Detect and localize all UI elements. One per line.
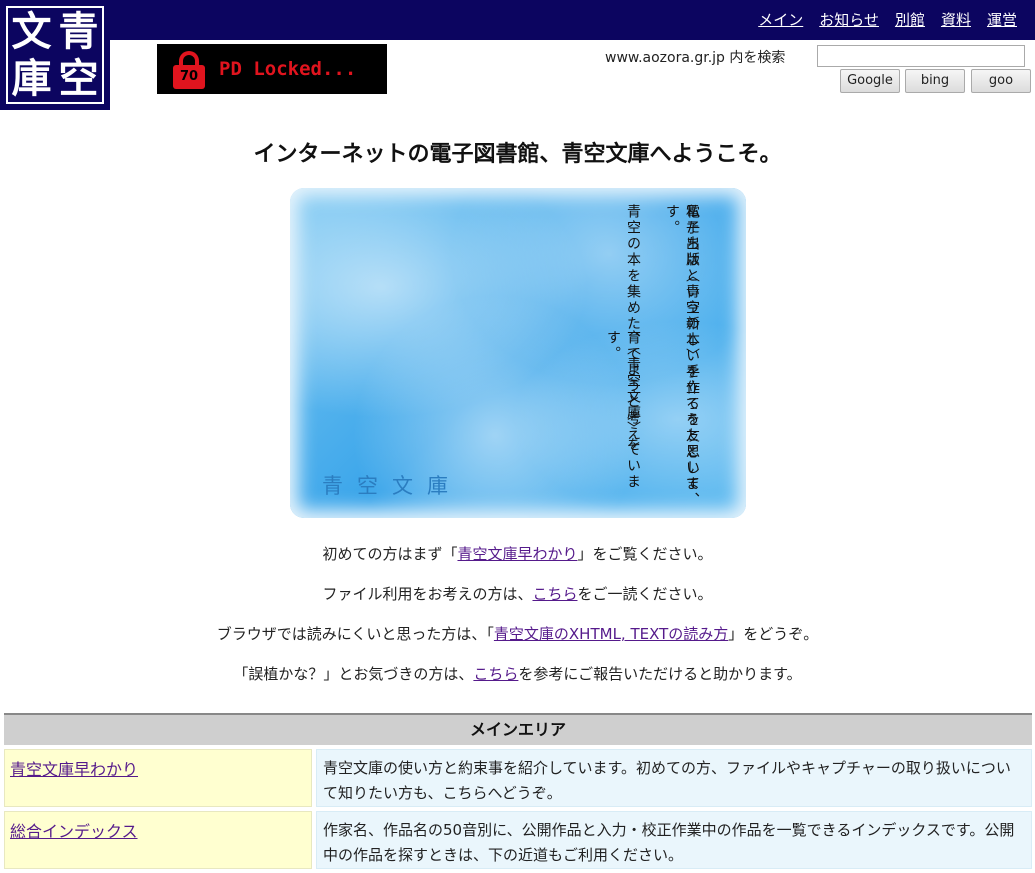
intro-text: 」をどうぞ。 [728,625,819,643]
page-title: インターネットの電子図書館、青空文庫へようこそ。 [253,142,782,167]
table-row: 青空文庫早わかり 青空文庫の使い方と約束事を紹介しています。初めての方、ファイル… [4,749,1032,807]
intro-text: 「誤植かな？」とお気づきの方は、 [233,665,474,683]
lock-number: 70 [173,65,205,89]
nav-operation-link[interactable]: 運営 [987,9,1017,30]
pd-locked-text: PD Locked... [219,58,357,80]
table-header: メインエリア [4,713,1032,745]
nav-main-link[interactable]: メイン [758,9,803,30]
nav-annex-link[interactable]: 別館 [895,9,925,30]
banner-line: 私たちは〈青空の本〉を作ろうと思います。 [664,204,700,492]
pd-locked-banner[interactable]: 70 PD Locked... [157,44,387,94]
search-label: www.aozora.gr.jp 内を検索 [605,50,786,66]
intro-text: を参考にご報告いただけると助かります。 [518,665,802,683]
logo-char: 空 [58,55,99,102]
google-search-button[interactable]: Google [840,69,900,93]
nav-news-link[interactable]: お知らせ [819,9,879,30]
intro-text: ファイル利用をお考えの方は、 [322,585,533,603]
intro-text: 初めての方はまず「 [322,545,458,563]
table-cell-link: 総合インデックス [4,811,312,869]
logo-char: 庫 [11,55,52,102]
logo-char: 青 [58,8,99,55]
table-cell-description: 青空文庫の使い方と約束事を紹介しています。初めての方、ファイルやキャプチャーの取… [316,749,1032,807]
sky-banner-image: 電子出版という新しい手立てを友として、 私たちは〈青空の本〉を作ろうと思います。… [290,188,746,518]
xhtml-text-guide-link[interactable]: 青空文庫のXHTML, TEXTの読み方 [494,625,728,643]
quick-guide-row-link[interactable]: 青空文庫早わかり [10,760,138,779]
banner-title: 青空文庫 [322,474,462,498]
general-index-link[interactable]: 総合インデックス [10,822,138,841]
intro-line: 初めての方はまず「青空文庫早わかり」をご覧ください。 [0,543,1035,564]
intro-line: 「誤植かな？」とお気づきの方は、こちらを参考にご報告いただけると助かります。 [0,663,1035,684]
table-row: 総合インデックス 作家名、作品名の50音別に、公開作品と入力・校正作業中の作品を… [4,811,1032,869]
logo-char: 文 [11,8,52,55]
table-cell-link: 青空文庫早わかり [4,749,312,807]
intro-text: ブラウザでは読みにくいと思った方は、「 [216,625,494,643]
intro-line: ファイル利用をお考えの方は、こちらをご一読ください。 [0,583,1035,604]
intro-text: をご一読ください。 [577,585,713,603]
search-input[interactable] [817,45,1025,67]
intro-line: ブラウザでは読みにくいと思った方は、「青空文庫のXHTML, TEXTの読み方」… [0,623,1035,644]
nav-materials-link[interactable]: 資料 [941,9,971,30]
error-report-link[interactable]: こちら [473,665,518,683]
intro-text: 」をご覧ください。 [577,545,713,563]
top-navigation: メイン お知らせ 別館 資料 運営 [758,9,1017,30]
logo-frame: 文 青 庫 空 [6,6,104,104]
table-cell-description: 作家名、作品名の50音別に、公開作品と入力・校正作業中の作品を一覧できるインデッ… [316,811,1032,869]
site-logo[interactable]: 文 青 庫 空 [0,0,110,110]
bing-search-button[interactable]: bing [905,69,965,93]
banner-line: 育てようと考えています。 [605,330,641,490]
file-usage-link[interactable]: こちら [532,585,577,603]
main-area-table: メインエリア 青空文庫早わかり 青空文庫の使い方と約束事を紹介しています。初めて… [4,713,1032,869]
lock-icon: 70 [173,51,205,89]
quick-guide-link[interactable]: 青空文庫早わかり [457,545,577,563]
goo-search-button[interactable]: goo [971,69,1031,93]
